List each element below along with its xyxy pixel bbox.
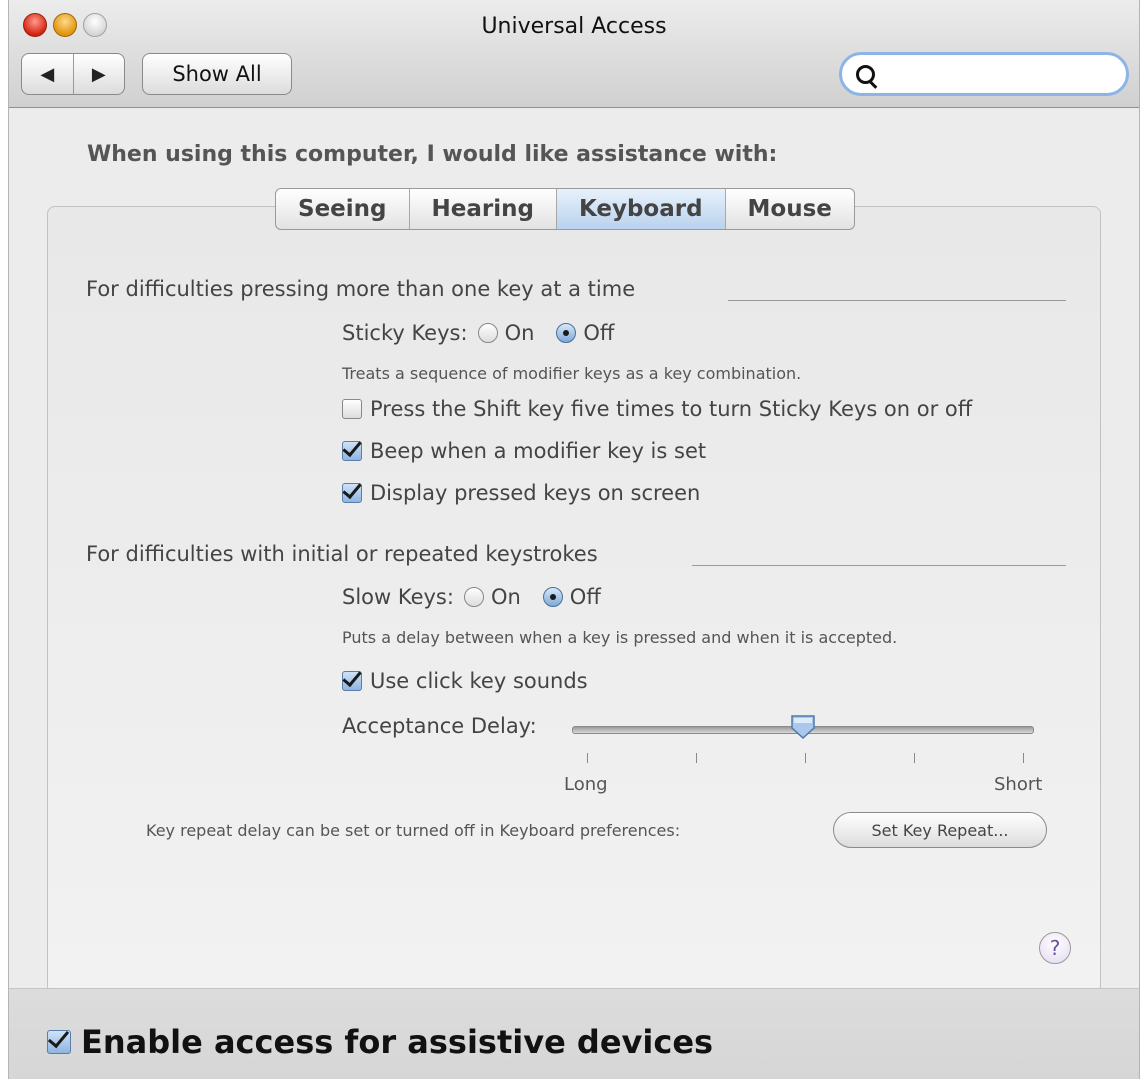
click-key-sounds-label[interactable]: Use click key sounds (370, 669, 588, 693)
slow-keys-on-label[interactable]: On (491, 585, 521, 609)
keyboard-panel: For difficulties pressing more than one … (47, 206, 1101, 994)
search-field (839, 52, 1129, 96)
window-title: Universal Access (481, 14, 667, 39)
sticky-keys-label: Sticky Keys: (342, 321, 468, 345)
sticky-keys-section-title: For difficulties pressing more than one … (86, 277, 636, 301)
set-key-repeat-button[interactable]: Set Key Repeat... (833, 812, 1047, 848)
search-input[interactable] (884, 59, 1118, 91)
key-repeat-text: Key repeat delay can be set or turned of… (146, 821, 681, 840)
section-divider (692, 565, 1066, 566)
section-divider (728, 300, 1066, 301)
slider-tick (805, 753, 806, 763)
sticky-keys-off-radio[interactable] (556, 323, 577, 343)
sticky-keys-on-label[interactable]: On (505, 321, 535, 345)
forward-button[interactable]: ▶ (74, 54, 125, 94)
acceptance-delay-slider-thumb[interactable] (789, 714, 817, 740)
help-button[interactable]: ? (1039, 932, 1071, 964)
display-pressed-keys-option[interactable]: Display pressed keys on screen (342, 481, 700, 505)
show-all-button[interactable]: Show All (142, 53, 292, 95)
sticky-keys-row: Sticky Keys: On Off (342, 321, 614, 345)
display-pressed-keys-label[interactable]: Display pressed keys on screen (370, 481, 700, 505)
preferences-content: When using this computer, I would like a… (9, 108, 1139, 994)
back-forward-buttons: ◀ ▶ (21, 53, 125, 95)
slow-keys-section-title: For difficulties with initial or repeate… (86, 542, 598, 566)
search-icon (856, 65, 875, 84)
assistance-heading: When using this computer, I would like a… (87, 142, 778, 167)
slow-keys-off-label[interactable]: Off (570, 585, 601, 609)
slow-keys-on-radio[interactable] (463, 587, 484, 607)
assistive-devices-option[interactable]: Enable access for assistive devices (47, 1023, 713, 1061)
slider-short-label: Short (994, 774, 1043, 795)
shift-five-times-option[interactable]: Press the Shift key five times to turn S… (342, 397, 972, 421)
slow-keys-row: Slow Keys: On Off (342, 585, 601, 609)
slow-keys-label: Slow Keys: (342, 585, 454, 609)
slow-keys-description: Puts a delay between when a key is press… (342, 628, 898, 647)
shift-five-times-label[interactable]: Press the Shift key five times to turn S… (370, 397, 972, 421)
slider-long-label: Long (564, 774, 608, 795)
beep-modifier-label[interactable]: Beep when a modifier key is set (370, 439, 706, 463)
click-key-sounds-checkbox[interactable] (342, 671, 362, 691)
shift-five-times-checkbox[interactable] (342, 399, 362, 419)
preferences-window: Universal Access ◀ ▶ Show All When using… (8, 0, 1140, 1079)
click-key-sounds-option[interactable]: Use click key sounds (342, 669, 588, 693)
slider-tick (914, 753, 915, 763)
assistance-tabs: Seeing Hearing Keyboard Mouse (275, 188, 855, 230)
slider-tick (587, 753, 588, 763)
sticky-keys-on-radio[interactable] (477, 323, 498, 343)
beep-modifier-checkbox[interactable] (342, 441, 362, 461)
tab-mouse[interactable]: Mouse (726, 189, 854, 229)
tab-seeing[interactable]: Seeing (276, 189, 410, 229)
footer-bar: Enable access for assistive devices (9, 988, 1139, 1079)
assistive-devices-label[interactable]: Enable access for assistive devices (81, 1023, 713, 1061)
assistive-devices-checkbox[interactable] (47, 1030, 71, 1054)
sticky-keys-off-label[interactable]: Off (583, 321, 614, 345)
title-bar: Universal Access ◀ ▶ Show All (9, 0, 1139, 108)
acceptance-delay-label: Acceptance Delay: (342, 714, 537, 738)
back-button[interactable]: ◀ (22, 54, 74, 94)
tab-keyboard[interactable]: Keyboard (556, 189, 726, 229)
beep-modifier-option[interactable]: Beep when a modifier key is set (342, 439, 706, 463)
display-pressed-keys-checkbox[interactable] (342, 483, 362, 503)
slow-keys-off-radio[interactable] (542, 587, 563, 607)
tab-hearing[interactable]: Hearing (410, 189, 557, 229)
slider-tick (696, 753, 697, 763)
sticky-keys-description: Treats a sequence of modifier keys as a … (342, 364, 802, 383)
slider-tick (1023, 753, 1024, 763)
